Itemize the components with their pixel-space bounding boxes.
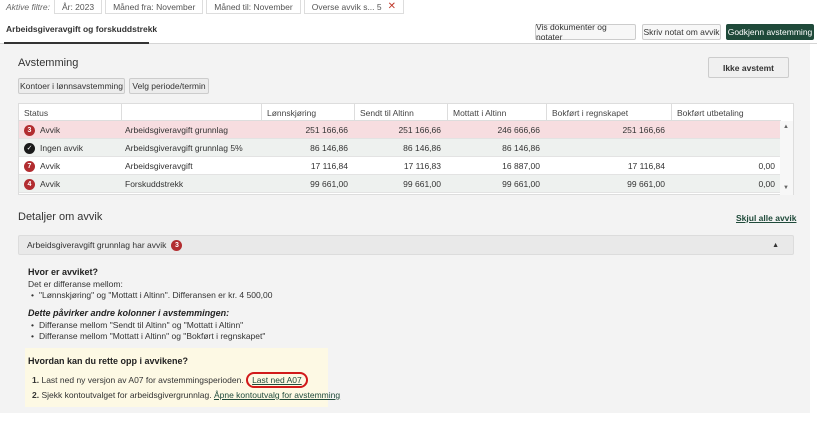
download-a07-link[interactable]: Last ned A07 [252, 375, 302, 385]
reconciliation-table: Status Lønnskjøring Sendt til Altinn Mot… [18, 103, 794, 195]
deviation-count-badge: 4 [24, 178, 35, 190]
approve-reconciliation-button[interactable]: Godkjenn avstemming [726, 24, 814, 40]
fix-step-2: 2. Sjekk kontoutvalget for arbeidsgiverg… [32, 390, 341, 400]
where-text: Det er differanse mellom: [28, 279, 123, 289]
show-documents-button[interactable]: Vis dokumenter og notater [535, 22, 636, 42]
where-title: Hvor er avviket? [28, 267, 99, 277]
section-title-avstemming: Avstemming [18, 57, 79, 69]
page-header: Arbeidsgiveravgift og forskuddstrekk Vis… [0, 14, 817, 44]
cell-mottatt: 86 146,86 [502, 143, 540, 153]
cell-mottatt: 246 666,66 [497, 125, 540, 135]
cell-sendt: 251 166,66 [398, 125, 441, 135]
table-row[interactable]: 4 Avvik Forskuddstrekk 99 661,00 99 661,0… [19, 175, 781, 193]
column-header-status: Status [24, 107, 49, 118]
column-header-mottatt: Mottatt i Altinn [447, 104, 546, 121]
cell-lonnskjoring: 99 661,00 [310, 179, 348, 189]
table-header: Status Lønnskjøring Sendt til Altinn Mot… [19, 104, 781, 121]
status-text: Ingen avvik [40, 143, 83, 153]
filter-chip-month-to[interactable]: Måned til: November [206, 0, 301, 14]
section-title-details: Detaljer om avvik [18, 211, 103, 223]
table-row[interactable]: 3 Avvik Arbeidsgiveravgift grunnlag 251 1… [19, 121, 781, 139]
open-account-selection-link[interactable]: Åpne kontoutvalg for avstemming [214, 390, 340, 400]
tab-arbeidsgiveravgift[interactable]: Arbeidsgiveravgift og forskuddstrekk [6, 24, 157, 34]
table-row[interactable]: 7 Avvik Arbeidsgiveravgift 17 116,84 17 1… [19, 157, 781, 175]
row-name: Arbeidsgiveravgift grunnlag [125, 125, 229, 135]
where-item: "Lønnskjøring" og "Mottatt i Altinn". Di… [31, 290, 272, 300]
fix-step-1: 1. Last ned ny versjon av A07 for avstem… [32, 372, 308, 388]
cell-sendt: 99 661,00 [403, 179, 441, 189]
close-icon[interactable]: ✕ [388, 1, 396, 12]
row-name: Arbeidsgiveravgift [125, 161, 193, 171]
scroll-up-icon[interactable]: ▲ [783, 124, 789, 130]
cell-lonnskjoring: 17 116,84 [310, 161, 348, 171]
cell-utbetaling [671, 139, 781, 157]
fix-title: Hvordan kan du rette opp i avvikene? [28, 356, 189, 366]
table-scrollbar[interactable]: ▲ ▼ [780, 121, 793, 195]
column-header-name [121, 104, 261, 121]
cell-bokfort: 251 166,66 [622, 125, 665, 135]
status-text: Avvik [40, 125, 61, 135]
filter-chip-month-from[interactable]: Måned fra: November [105, 0, 204, 14]
filter-chip-ignore-deviations[interactable]: Overse avvik s... 5 ✕ [303, 0, 405, 14]
cell-bokfort: 99 661,00 [627, 179, 665, 189]
deviation-count-badge: 7 [24, 160, 35, 172]
write-note-button[interactable]: Skriv notat om avvik [642, 24, 721, 40]
table-row[interactable]: ✓ Ingen avvik Arbeidsgiveravgift grunnlag… [19, 139, 781, 157]
row-name: Arbeidsgiveravgift grunnlag 5% [125, 143, 243, 153]
row-name: Forskuddstrekk [125, 179, 184, 189]
active-filters-label: Aktive filtre: [6, 2, 50, 12]
cell-lonnskjoring: 251 166,66 [305, 125, 348, 135]
affects-item: Differanse mellom "Mottatt i Altinn" og … [31, 331, 265, 341]
column-header-bokfort-utbetaling: Bokført utbetaling [671, 104, 781, 121]
cell-lonnskjoring: 86 146,86 [310, 143, 348, 153]
accounts-button[interactable]: Kontoer i lønnsavstemming [18, 78, 125, 94]
column-header-lonnskjoring: Lønnskjøring [261, 104, 354, 121]
cell-utbetaling: 0,00 [758, 161, 775, 171]
scroll-down-icon[interactable]: ▼ [783, 185, 789, 191]
active-filters-bar: Aktive filtre: År: 2023 Måned fra: Novem… [0, 0, 817, 14]
affects-title: Dette påvirker andre kolonner i avstemmi… [28, 308, 230, 318]
column-header-sendt: Sendt til Altinn [354, 104, 447, 121]
deviation-accordion[interactable]: Arbeidsgiveravgift grunnlag har avvik 3 … [18, 235, 794, 255]
cell-utbetaling: 0,00 [758, 179, 775, 189]
status-text: Avvik [40, 179, 61, 189]
cell-sendt: 17 116,83 [403, 161, 441, 171]
column-header-bokfort: Bokført i regnskapet [546, 104, 671, 121]
accordion-title: Arbeidsgiveravgift grunnlag har avvik [27, 240, 167, 250]
chevron-up-icon[interactable]: ▲ [772, 242, 779, 249]
affects-item: Differanse mellom "Sendt til Altinn" og … [31, 320, 243, 330]
deviation-count-badge: 3 [24, 124, 35, 136]
cell-mottatt: 16 887,00 [502, 161, 540, 171]
cell-mottatt: 99 661,00 [502, 179, 540, 189]
cell-bokfort: 17 116,84 [627, 161, 665, 171]
select-period-button[interactable]: Velg periode/termin [129, 78, 209, 94]
deviation-count-badge: 3 [171, 239, 183, 251]
check-icon: ✓ [24, 142, 35, 154]
not-reconciled-button[interactable]: Ikke avstemt [708, 57, 789, 78]
hide-all-deviations-link[interactable]: Skjul alle avvik [736, 213, 796, 223]
cell-utbetaling [671, 121, 781, 139]
cell-sendt: 86 146,86 [403, 143, 441, 153]
filter-chip-year[interactable]: År: 2023 [53, 0, 103, 14]
cell-bokfort [546, 139, 671, 157]
status-text: Avvik [40, 161, 61, 171]
